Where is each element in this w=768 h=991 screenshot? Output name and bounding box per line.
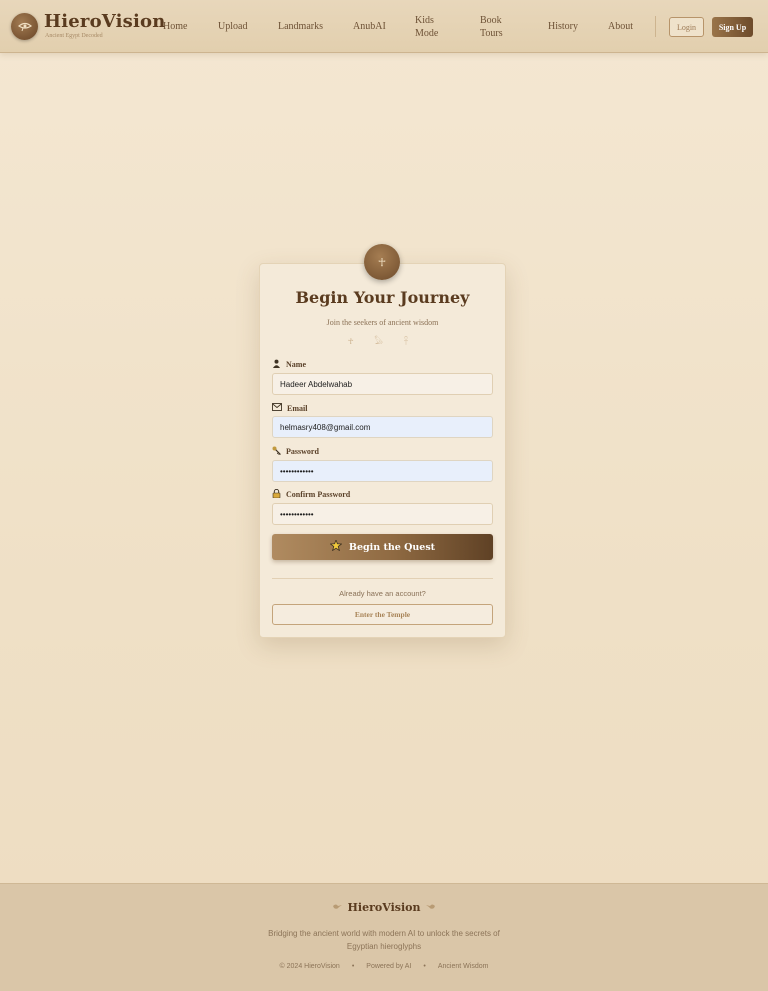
password-label: Password: [272, 446, 319, 457]
password-label-text: Password: [286, 447, 319, 456]
nav-about[interactable]: About: [608, 20, 633, 33]
name-input[interactable]: [272, 373, 493, 395]
person-icon: [272, 359, 281, 370]
email-label: Email: [272, 403, 307, 413]
enter-temple-button[interactable]: Enter the Temple: [272, 604, 493, 625]
bird-icon: [332, 903, 342, 912]
eye-of-horus-icon: [17, 22, 32, 31]
sparkle-icon: [329, 538, 343, 554]
hieroglyph-decoration: ☥ 𓅃 𓋹: [347, 337, 418, 346]
footer-brand-name: HieroVision: [347, 901, 421, 914]
begin-quest-label: Begin the Quest: [348, 541, 436, 553]
lock-icon: [272, 488, 281, 500]
envelope-icon: [272, 403, 282, 413]
footer-brand: HieroVision: [0, 901, 768, 914]
footer-powered: Powered by AI: [366, 963, 412, 970]
confirm-password-label: Confirm Password: [272, 488, 351, 500]
logo-eye-icon[interactable]: [11, 13, 38, 40]
footer-meta: © 2024 HieroVision • Powered by AI • Anc…: [0, 963, 768, 970]
already-account-text: Already have an account?: [339, 589, 426, 598]
nav-landmarks[interactable]: Landmarks: [278, 20, 323, 33]
name-label-text: Name: [286, 360, 306, 369]
password-field[interactable]: [272, 460, 493, 482]
nav-kids-mode[interactable]: Kids Mode: [415, 14, 438, 40]
signup-button[interactable]: Sign Up: [712, 17, 753, 37]
nav-history[interactable]: History: [548, 20, 578, 33]
footer-copyright: © 2024 HieroVision: [279, 963, 340, 970]
login-button[interactable]: Login: [669, 17, 704, 37]
form-subtitle: Join the seekers of ancient wisdom: [326, 318, 439, 327]
footer-wisdom: Ancient Wisdom: [437, 963, 489, 970]
brand-name[interactable]: HieroVision: [44, 11, 166, 32]
nav-anubai[interactable]: AnubAI: [353, 20, 386, 33]
nav-divider: [655, 16, 656, 37]
key-icon: [272, 446, 281, 457]
email-field[interactable]: [272, 416, 493, 438]
footer-description: Bridging the ancient world with modern A…: [268, 929, 500, 951]
form-divider: [272, 578, 493, 579]
confirm-password-label-text: Confirm Password: [286, 490, 351, 499]
footer-separator: •: [423, 963, 426, 970]
name-label: Name: [272, 359, 306, 370]
confirm-password-field[interactable]: [272, 503, 493, 525]
nav-home[interactable]: Home: [163, 20, 187, 33]
bird-icon: [426, 903, 436, 912]
form-title: Begin Your Journey: [295, 288, 470, 307]
footer-separator: •: [351, 963, 355, 970]
brand-tagline: Ancient Egypt Decoded: [45, 33, 103, 39]
nav-upload[interactable]: Upload: [218, 20, 247, 33]
begin-quest-button[interactable]: Begin the Quest: [272, 534, 493, 560]
email-label-text: Email: [287, 403, 308, 413]
nav-book-tours[interactable]: Book Tours: [480, 14, 503, 40]
ankh-icon: ☥: [364, 244, 400, 280]
